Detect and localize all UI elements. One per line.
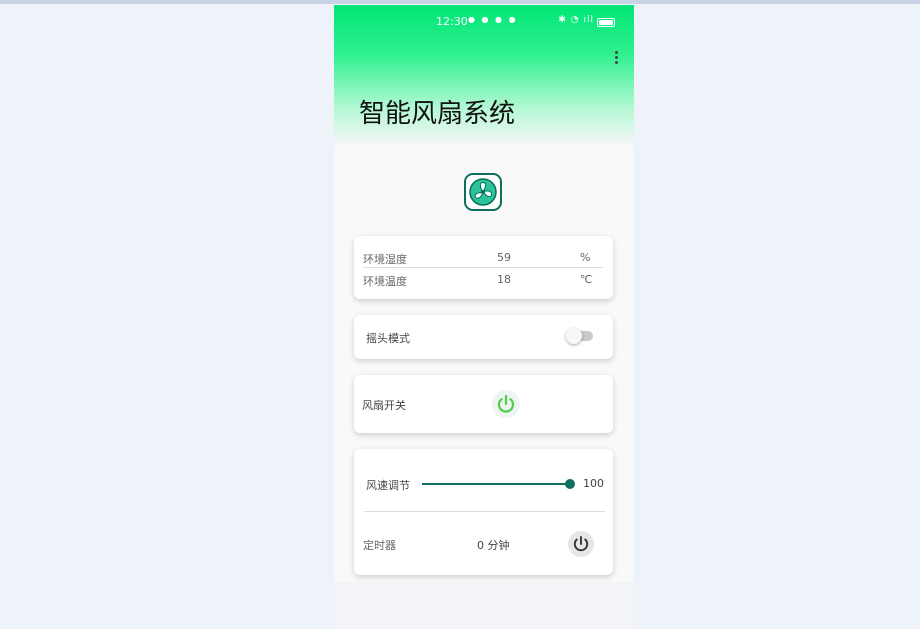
timer-value: 0 分钟 bbox=[477, 539, 510, 552]
oscillation-toggle[interactable] bbox=[566, 328, 593, 344]
speed-value: 100 bbox=[583, 477, 604, 490]
humidity-value: 59 bbox=[497, 251, 511, 264]
divider bbox=[363, 267, 603, 268]
temperature-label: 环境温度 bbox=[363, 275, 407, 288]
bottom-area bbox=[334, 582, 634, 629]
humidity-unit: % bbox=[580, 251, 591, 264]
status-bar: 12:30 ● ● ● ● ✱ ◔ ıll bbox=[334, 14, 634, 30]
timer-label: 定时器 bbox=[363, 539, 396, 552]
power-icon bbox=[497, 394, 515, 413]
signal-icons: ✱ ◔ ıll bbox=[558, 15, 594, 25]
toggle-knob bbox=[566, 328, 582, 344]
status-time: 12:30 bbox=[436, 15, 468, 28]
phone-screen: 12:30 ● ● ● ● ✱ ◔ ıll 智能风扇系统 环境湿度 59 % 环… bbox=[334, 5, 634, 629]
power-icon bbox=[573, 536, 589, 552]
temperature-value: 18 bbox=[497, 273, 511, 286]
oscillation-label: 摇头模式 bbox=[366, 332, 410, 345]
page-title: 智能风扇系统 bbox=[359, 99, 516, 129]
control-card: 风速调节 100 定时器 0 分钟 bbox=[354, 449, 613, 575]
slider-thumb[interactable] bbox=[565, 479, 575, 489]
notification-icons: ● ● ● ● bbox=[468, 15, 518, 24]
battery-icon bbox=[597, 18, 615, 27]
divider bbox=[364, 511, 605, 512]
speed-label: 风速调节 bbox=[366, 479, 410, 492]
fan-icon bbox=[464, 173, 502, 211]
sensor-card: 环境湿度 59 % 环境温度 18 ℃ bbox=[354, 236, 613, 299]
fan-power-button[interactable] bbox=[492, 390, 520, 418]
speed-slider[interactable] bbox=[422, 479, 575, 489]
timer-button[interactable] bbox=[568, 531, 594, 557]
temperature-unit: ℃ bbox=[580, 273, 593, 286]
oscillation-card: 摇头模式 bbox=[354, 315, 613, 359]
fan-switch-card: 风扇开关 bbox=[354, 375, 613, 433]
more-vert-icon[interactable] bbox=[610, 51, 622, 69]
fan-switch-label: 风扇开关 bbox=[362, 399, 406, 412]
window-top-border bbox=[0, 0, 920, 4]
app-header: 12:30 ● ● ● ● ✱ ◔ ıll 智能风扇系统 bbox=[334, 5, 634, 145]
humidity-label: 环境湿度 bbox=[363, 253, 407, 266]
